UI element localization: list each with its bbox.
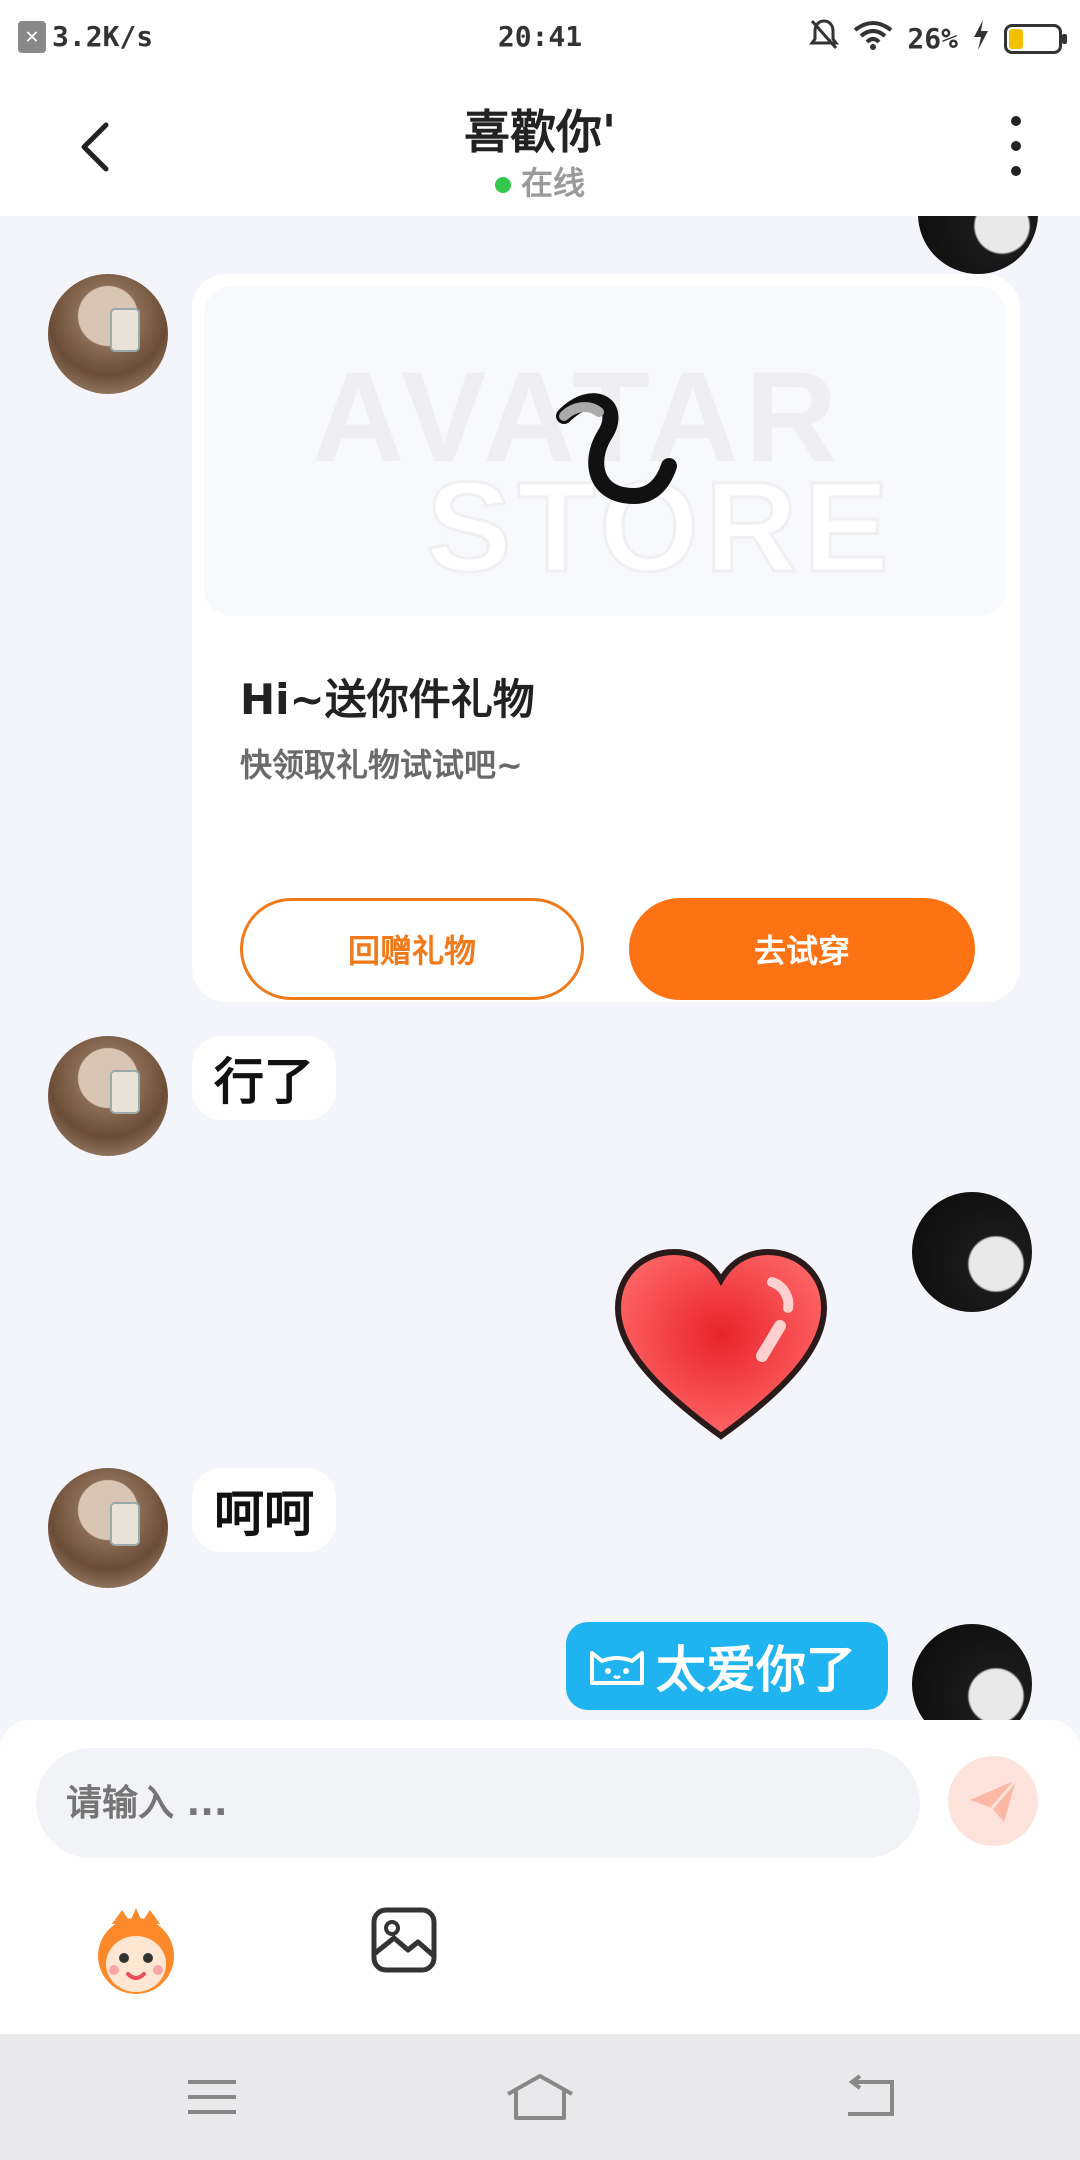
- online-status-label: 在线: [520, 164, 585, 202]
- message-input[interactable]: [36, 1748, 920, 1858]
- more-options-button[interactable]: [992, 116, 1040, 176]
- emoji-button[interactable]: [88, 1902, 184, 1998]
- avatar[interactable]: [918, 216, 1038, 274]
- back-nav-button[interactable]: [840, 2072, 900, 2122]
- avatar[interactable]: [912, 1192, 1032, 1312]
- return-gift-button[interactable]: 回赠礼物: [240, 898, 584, 1000]
- try-on-button[interactable]: 去试穿: [629, 898, 975, 1000]
- avatar[interactable]: [48, 1468, 168, 1588]
- battery-icon: [1004, 23, 1067, 54]
- gift-preview-image[interactable]: AVATAR STORE: [204, 286, 1006, 616]
- message-text: 太爱你了: [656, 1641, 856, 1699]
- status-right: 26%: [809, 18, 1067, 59]
- wifi-icon: [853, 20, 893, 57]
- image-icon: [371, 1907, 437, 1973]
- gift-card[interactable]: AVATAR STORE Hi~送你件礼物 快领取礼物试试吧~ 回赠礼物 去试穿: [192, 274, 1020, 1002]
- home-icon: [507, 2074, 573, 2120]
- online-status: 在线: [0, 158, 1080, 204]
- more-dot-icon: [1011, 116, 1021, 126]
- gift-card-subtitle: 快领取礼物试试吧~: [240, 746, 523, 784]
- battery-percent: 26%: [907, 22, 958, 55]
- bell-muted-icon: [809, 18, 840, 59]
- message-bubble[interactable]: 呵呵: [192, 1468, 336, 1552]
- more-dot-icon: [1011, 141, 1021, 151]
- message-bubble[interactable]: 行了: [192, 1036, 336, 1120]
- avatar[interactable]: [912, 1624, 1032, 1720]
- monkey-emoji-icon: [98, 1908, 174, 1994]
- more-dot-icon: [1011, 166, 1021, 176]
- message-bubble-sent[interactable]: 太爱你了: [566, 1622, 888, 1710]
- chat-title: 喜歡你': [463, 105, 617, 159]
- send-icon: [970, 1779, 1018, 1822]
- heart-sticker-icon[interactable]: [612, 1246, 830, 1446]
- send-button[interactable]: [948, 1756, 1038, 1846]
- gift-card-title: Hi~送你件礼物: [240, 675, 535, 724]
- back-arrow-icon: [848, 2074, 894, 2116]
- chat-header: 喜歡你' 在线: [0, 76, 1080, 216]
- recent-apps-button[interactable]: [182, 2072, 242, 2122]
- online-dot-icon: [494, 177, 511, 193]
- charging-icon: [972, 20, 990, 57]
- system-nav-bar: [0, 2034, 1080, 2160]
- home-button[interactable]: [504, 2072, 576, 2122]
- input-panel: [0, 1720, 1080, 2034]
- avatar[interactable]: [48, 1036, 168, 1156]
- chat-messages[interactable]: AVATAR STORE Hi~送你件礼物 快领取礼物试试吧~ 回赠礼物 去试穿…: [0, 216, 1080, 1720]
- menu-icon: [188, 2080, 236, 2114]
- image-button[interactable]: [370, 1906, 438, 1974]
- avatar[interactable]: [48, 274, 168, 394]
- status-bar: ✕ 3.2K/s 20:41 26%: [0, 0, 1080, 76]
- cat-emoji-icon: [590, 1651, 644, 1685]
- tail-accessory-icon: [556, 393, 677, 505]
